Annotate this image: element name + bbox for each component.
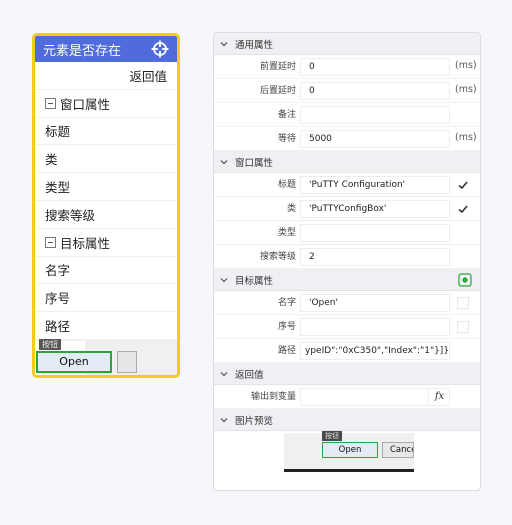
card-window-item: 标题: [35, 117, 177, 146]
card-target-item: 序号: [35, 284, 177, 313]
checkmark-icon[interactable]: [457, 179, 469, 191]
card-return-label: 返回值: [129, 68, 167, 84]
target-index-input[interactable]: [300, 318, 450, 336]
prop-label: 备注: [277, 110, 296, 120]
collapse-minus-icon[interactable]: [45, 97, 56, 109]
card-window-item: 类型: [35, 173, 177, 201]
window-class-input[interactable]: 'PuTTYConfigBox': [300, 200, 450, 218]
search-level-input[interactable]: 2: [300, 248, 450, 266]
remark-input[interactable]: [300, 106, 450, 124]
group-window-header[interactable]: 窗口属性: [214, 151, 480, 173]
unit-label: (ms): [455, 132, 477, 143]
window-title-input[interactable]: 'PuTTY Configuration': [300, 176, 450, 194]
preview-open-button: Open: [36, 350, 112, 373]
prop-row-remark: 备注: [214, 103, 480, 127]
chevron-down-icon: [220, 417, 228, 422]
fx-expression-icon[interactable]: fx: [428, 388, 450, 406]
prop-row-window-class: 类 'PuTTYConfigBox': [214, 197, 480, 221]
card-element-preview: 按钮 Open: [35, 338, 177, 375]
card-window-item: 类: [35, 145, 177, 174]
prop-row-target-name: 名字 'Open': [214, 291, 480, 315]
prop-row-window-type: 类型: [214, 221, 480, 245]
prop-row-target-path: 路径 ypeID":"0xC350","Index":"1"}]}: [214, 339, 480, 363]
group-preview-title: 图片预览: [235, 415, 274, 427]
group-return-title: 返回值: [235, 369, 264, 381]
preview-cancel-button: Cancel: [382, 442, 414, 458]
prop-row-window-title: 标题 'PuTTY Configuration': [214, 173, 480, 197]
preview-open-button: Open: [322, 442, 378, 458]
group-target-header[interactable]: 目标属性: [214, 269, 480, 291]
prop-label: 输出到变量: [250, 392, 296, 402]
card-return-row: 返回值: [35, 62, 177, 90]
window-type-input[interactable]: [300, 224, 450, 242]
target-index-checkbox[interactable]: [457, 321, 469, 333]
prop-row-post-delay: 后置延时 0 (ms): [214, 79, 480, 103]
prop-row-search-level: 搜索等级 2: [214, 245, 480, 269]
properties-panel: 通用属性 前置延时 0 (ms) 后置延时 0 (ms) 备注 等待 5000 …: [213, 32, 481, 491]
group-general-title: 通用属性: [235, 39, 274, 51]
card-target-item: 路径: [35, 312, 177, 340]
pick-target-icon[interactable]: [458, 273, 472, 287]
prop-label: 搜索等级: [259, 252, 296, 262]
preview-next-button-fragment: [117, 350, 137, 373]
crosshair-target-icon[interactable]: [151, 40, 169, 58]
checkmark-icon[interactable]: [457, 203, 469, 215]
prop-row-target-index: 序号: [214, 315, 480, 339]
preview-tooltip: 按钮: [322, 431, 342, 441]
collapse-minus-icon[interactable]: [45, 236, 56, 248]
target-name-checkbox[interactable]: [457, 297, 469, 309]
group-window-title: 窗口属性: [235, 157, 274, 169]
prop-label: 序号: [277, 322, 296, 332]
card-window-section-label: 窗口属性: [60, 96, 111, 112]
wait-input[interactable]: 5000: [300, 130, 450, 148]
activity-title: 元素是否存在: [43, 43, 122, 59]
card-target-section-label: 目标属性: [60, 235, 111, 251]
card-item-label: 标题: [45, 124, 71, 140]
chevron-down-icon: [220, 41, 228, 46]
card-item-label: 名字: [45, 263, 71, 279]
group-return-header[interactable]: 返回值: [214, 363, 480, 385]
target-name-input[interactable]: 'Open': [300, 294, 450, 312]
card-item-label: 类型: [45, 180, 71, 196]
prop-row-wait: 等待 5000 (ms): [214, 127, 480, 151]
card-item-label: 序号: [45, 291, 71, 307]
card-window-item: 搜索等级: [35, 200, 177, 229]
prop-label: 类: [286, 204, 296, 214]
prop-label: 名字: [277, 298, 296, 308]
preview-bottom-bar: [284, 469, 414, 472]
card-target-item: 名字: [35, 256, 177, 285]
prop-label: 后置延时: [259, 86, 296, 96]
card-item-label: 路径: [45, 319, 71, 335]
activity-header: 元素是否存在: [35, 36, 177, 62]
card-item-label: 搜索等级: [45, 207, 96, 223]
card-window-section[interactable]: 窗口属性: [35, 89, 177, 118]
group-general-header[interactable]: 通用属性: [214, 33, 480, 55]
prop-label: 前置延时: [259, 62, 296, 72]
card-item-label: 类: [45, 152, 58, 168]
chevron-down-icon: [220, 159, 228, 164]
prop-label: 路径: [277, 346, 296, 356]
group-preview-header[interactable]: 图片预览: [214, 409, 480, 431]
prop-label: 等待: [277, 134, 296, 144]
image-preview-area: 按钮 Open Cancel: [214, 431, 480, 481]
unit-label: (ms): [455, 60, 477, 71]
prop-label: 类型: [277, 228, 296, 238]
prop-label: 标题: [277, 180, 296, 190]
pre-delay-input[interactable]: 0: [300, 58, 450, 76]
unit-label: (ms): [455, 84, 477, 95]
activity-card[interactable]: 元素是否存在 返回值 窗口属性 标题 类 类型 搜索等级 目标属性 名字 序号 …: [32, 33, 180, 378]
card-target-section[interactable]: 目标属性: [35, 228, 177, 257]
prop-row-output-var: 输出到变量 fx: [214, 385, 480, 409]
target-path-input[interactable]: ypeID":"0xC350","Index":"1"}]}: [300, 342, 450, 360]
post-delay-input[interactable]: 0: [300, 82, 450, 100]
preview-tooltip: 按钮: [39, 338, 61, 350]
chevron-down-icon: [220, 371, 228, 376]
chevron-down-icon: [220, 277, 228, 282]
prop-row-pre-delay: 前置延时 0 (ms): [214, 55, 480, 79]
group-target-title: 目标属性: [235, 275, 274, 287]
